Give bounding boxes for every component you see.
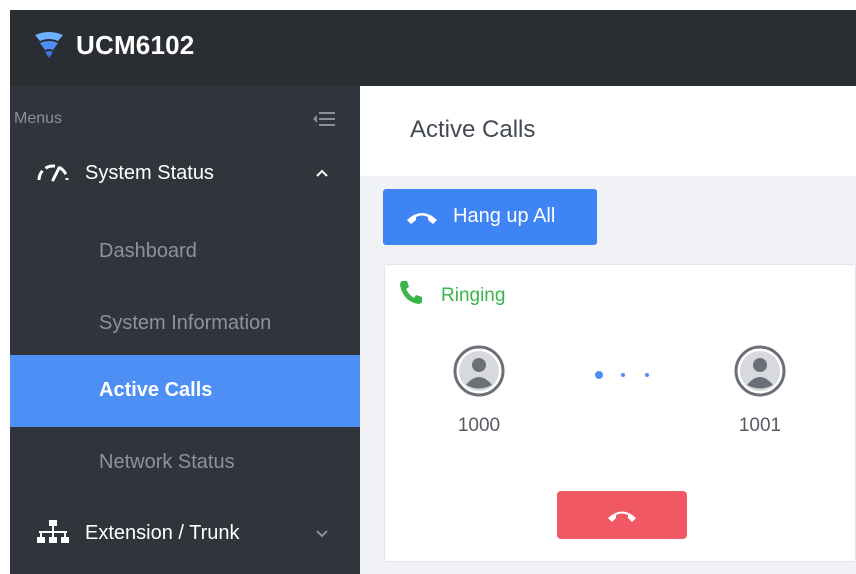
- call-progress-dots-icon: [595, 371, 649, 379]
- top-bar: UCM6102: [10, 10, 856, 86]
- callee-extension: 1001: [738, 415, 782, 436]
- callee-avatar-icon: [734, 345, 786, 397]
- sidebar-item-system-information[interactable]: System Information: [10, 288, 360, 360]
- app-window: UCM6102 Menus System Status Dashboard Sy…: [10, 10, 856, 574]
- sidebar-item-label: System Information: [99, 312, 272, 334]
- sidebar-item-active-calls[interactable]: Active Calls: [10, 355, 360, 427]
- hang-up-all-label: Hang up All: [453, 205, 556, 227]
- menus-label: Menus: [14, 110, 63, 127]
- nav-group-label: Extension / Trunk: [85, 522, 240, 544]
- gauge-icon: [37, 164, 69, 182]
- active-call-card: Ringing 1000 1001: [384, 264, 856, 562]
- nav-group-extension-trunk[interactable]: Extension / Trunk: [10, 500, 360, 560]
- chevron-down-icon: [316, 530, 328, 538]
- brand-name: UCM6102: [76, 30, 195, 60]
- hang-up-icon: [608, 511, 636, 522]
- sidebar-item-dashboard[interactable]: Dashboard: [10, 216, 360, 288]
- sidebar-item-network-status[interactable]: Network Status: [10, 427, 360, 499]
- phone-ringing-icon: [400, 281, 422, 304]
- nav-group-system-status[interactable]: System Status: [10, 144, 360, 204]
- sidebar-item-label: Dashboard: [99, 240, 197, 262]
- sidebar: Menus System Status Dashboard System Inf…: [10, 86, 360, 574]
- hang-up-all-button[interactable]: Hang up All: [383, 189, 597, 245]
- page-title: Active Calls: [410, 116, 536, 143]
- hang-up-call-button[interactable]: [557, 491, 687, 539]
- grandstream-logo-icon: [35, 32, 63, 58]
- hang-up-icon: [407, 213, 437, 224]
- chevron-up-icon: [316, 169, 328, 177]
- nav-group-label: System Status: [85, 162, 214, 184]
- call-status-label: Ringing: [441, 285, 506, 306]
- sidebar-item-label: Network Status: [99, 451, 235, 473]
- sidebar-item-label: Active Calls: [99, 379, 213, 401]
- collapse-menu-icon[interactable]: [313, 112, 335, 126]
- content-header: Active Calls: [360, 86, 856, 176]
- network-tree-icon: [37, 520, 69, 543]
- caller-extension: 1000: [457, 415, 501, 436]
- caller-avatar-icon: [453, 345, 505, 397]
- menus-header: Menus: [10, 86, 360, 144]
